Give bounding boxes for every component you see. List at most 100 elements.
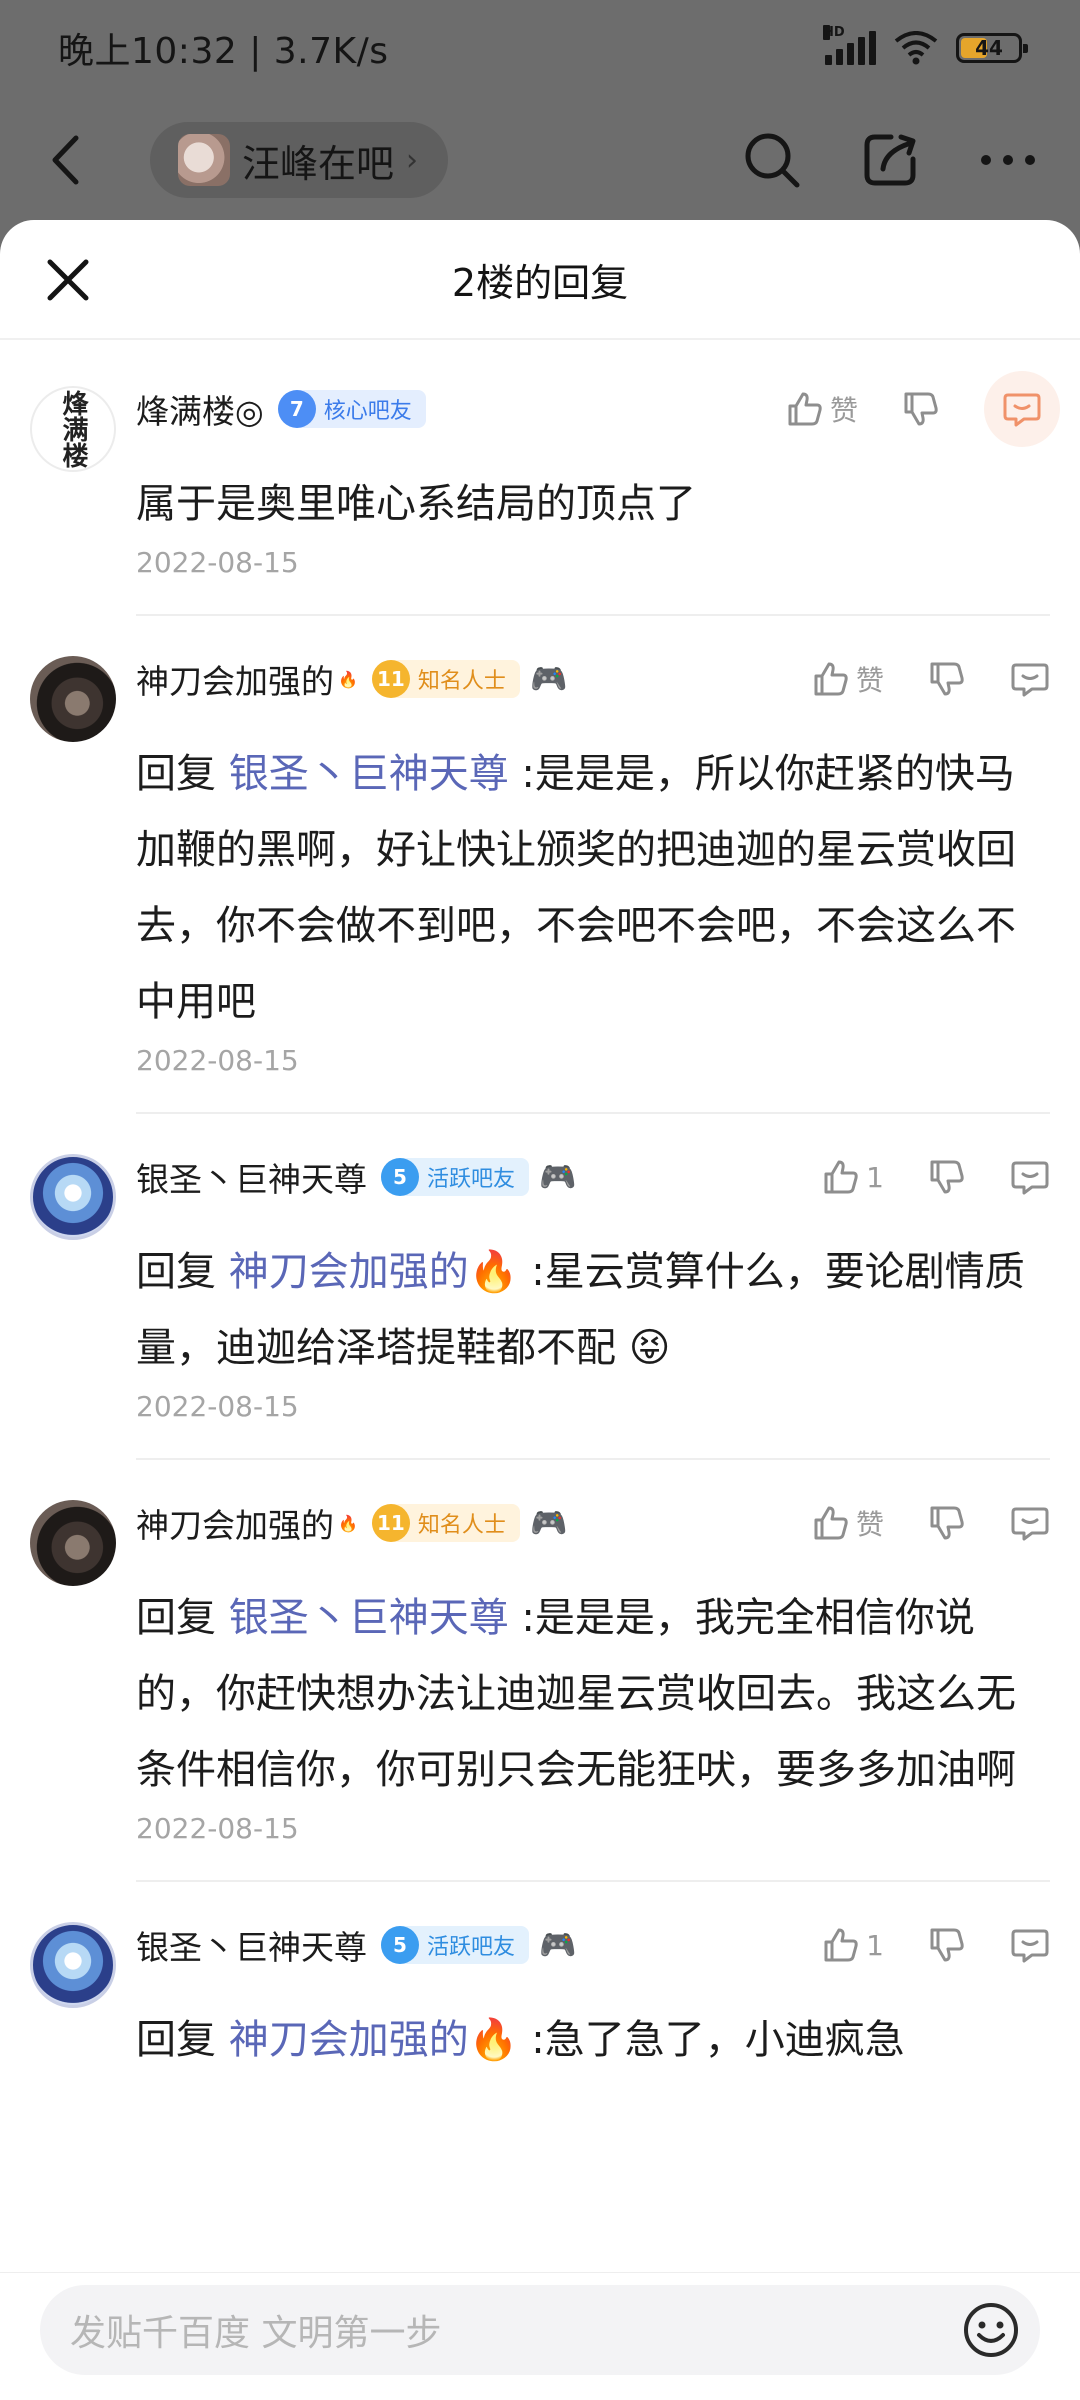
comment-input[interactable]: 发贴千百度 文明第一步 — [40, 2285, 1040, 2375]
like-button[interactable]: 1 — [822, 1158, 884, 1196]
thumb-down-icon — [904, 392, 938, 426]
level-badge: 11 知名人士 — [371, 660, 520, 698]
gamepad-icon: 🎮 — [539, 1159, 577, 1195]
chevron-right-icon: › — [406, 142, 419, 178]
mention-link[interactable]: 神刀会加强的🔥 — [229, 1249, 519, 1295]
username[interactable]: 神刀会加强的 — [136, 1499, 334, 1547]
more-icon — [981, 155, 1035, 165]
dislike-button[interactable] — [902, 390, 940, 428]
close-icon[interactable] — [40, 252, 96, 308]
level-title: 活跃吧友 — [427, 1935, 516, 1960]
gamepad-icon: 🎮 — [529, 1505, 568, 1541]
signal-icon: HD — [823, 25, 876, 65]
share-button[interactable] — [858, 128, 922, 192]
back-button[interactable] — [40, 130, 90, 190]
reply-sheet: 2楼的回复 烽满楼 烽满楼◎ 7 核心吧友 赞 属于是奥里唯心系结局的顶点了 2… — [0, 220, 1080, 2400]
reply-content: :急了急了，小迪疯急 — [518, 2017, 905, 2063]
smile-icon[interactable] — [962, 2301, 1020, 2359]
dislike-button[interactable] — [928, 1158, 966, 1196]
fire-icon: 🔥 — [338, 669, 358, 689]
dislike-button[interactable] — [928, 1504, 966, 1542]
forum-name: 汪峰在吧 — [242, 141, 395, 186]
like-count: 赞 — [855, 1508, 884, 1541]
like-count: 1 — [866, 1928, 884, 1962]
username[interactable]: 烽满楼◎ — [136, 385, 264, 433]
forum-avatar — [178, 134, 230, 186]
reply-button[interactable] — [1010, 659, 1050, 699]
reply-button[interactable] — [1010, 1157, 1050, 1197]
reply-button[interactable] — [1010, 1925, 1050, 1965]
reply-item: 银圣丶巨神天尊 5 活跃吧友 🎮 1 — [0, 1114, 1080, 1450]
like-button[interactable]: 赞 — [812, 1503, 884, 1543]
comment-icon — [1011, 663, 1049, 697]
dislike-button[interactable] — [928, 660, 966, 698]
reply-text: 回复 银圣丶巨神天尊 :是是是，我完全相信你说的，你赶快想办法让迪迦星云赏收回去… — [136, 1580, 1050, 1808]
thumb-up-icon — [824, 1928, 858, 1962]
more-button[interactable] — [976, 128, 1040, 192]
reply-prefix: 回复 — [136, 1595, 229, 1641]
avatar-calligraphy: 烽满楼 — [58, 390, 88, 468]
level-title: 活跃吧友 — [427, 1167, 516, 1192]
wifi-icon — [894, 31, 938, 65]
reply-button[interactable] — [1010, 1503, 1050, 1543]
thumb-down-icon — [930, 1928, 964, 1962]
gamepad-icon: 🎮 — [529, 661, 568, 697]
battery-icon: 44 — [956, 33, 1028, 63]
thumb-down-icon — [930, 662, 964, 696]
username[interactable]: 神刀会加强的 — [136, 655, 334, 703]
like-button[interactable]: 赞 — [812, 659, 884, 699]
back-icon — [52, 135, 79, 185]
reply-actions: 1 — [822, 1925, 1050, 1965]
composer-bar: 发贴千百度 文明第一步 — [0, 2272, 1080, 2400]
level-title: 知名人士 — [417, 1513, 506, 1538]
mention-link[interactable]: 银圣丶巨神天尊 — [229, 751, 509, 797]
reply-content: 属于是奥里唯心系结局的顶点了 — [136, 481, 696, 527]
level-badge: 5 活跃吧友 — [381, 1926, 530, 1964]
reply-header: 银圣丶巨神天尊 5 活跃吧友 🎮 1 — [136, 1114, 1050, 1234]
battery-level: 44 — [975, 36, 1003, 60]
search-button[interactable] — [740, 128, 804, 192]
level-number: 5 — [381, 1926, 419, 1964]
sheet-header: 2楼的回复 — [0, 220, 1080, 340]
status-bar: 晚上10:32 | 3.7K/s HD 44 — [0, 0, 1080, 96]
like-button[interactable]: 1 — [822, 1926, 884, 1964]
sheet-title: 2楼的回复 — [451, 260, 629, 305]
avatar[interactable] — [30, 1500, 116, 1586]
level-badge: 11 知名人士 — [371, 1504, 520, 1542]
avatar[interactable] — [30, 656, 116, 742]
thumb-up-icon — [814, 662, 848, 696]
reply-button[interactable] — [984, 371, 1060, 447]
like-count: 赞 — [829, 394, 858, 427]
comment-icon — [1011, 1929, 1049, 1963]
reply-item: 烽满楼 烽满楼◎ 7 核心吧友 赞 属于是奥里唯心系结局的顶点了 2022-08… — [0, 346, 1080, 606]
reply-text: 回复 神刀会加强的🔥 :星云赏算什么，要论剧情质量，迪迦给泽塔提鞋都不配 😝 — [136, 1234, 1050, 1386]
reply-text: 回复 神刀会加强的🔥 :急了急了，小迪疯急 — [136, 2002, 1050, 2078]
level-badge: 7 核心吧友 — [277, 390, 426, 428]
forum-chip[interactable]: 汪峰在吧 › — [150, 122, 449, 198]
mention-link[interactable]: 神刀会加强的🔥 — [229, 2017, 519, 2063]
reply-date: 2022-08-15 — [136, 546, 299, 579]
level-number: 11 — [371, 660, 410, 698]
reply-prefix: 回复 — [136, 2017, 229, 2063]
reply-actions: 赞 — [812, 1503, 1050, 1543]
avatar[interactable]: 烽满楼 — [30, 386, 116, 472]
network-label: HD — [823, 25, 845, 40]
reply-prefix: 回复 — [136, 1249, 229, 1295]
like-button[interactable]: 赞 — [786, 389, 858, 429]
reply-list: 烽满楼 烽满楼◎ 7 核心吧友 赞 属于是奥里唯心系结局的顶点了 2022-08… — [0, 346, 1080, 2078]
reply-text: 属于是奥里唯心系结局的顶点了 — [136, 466, 1050, 542]
reply-header: 神刀会加强的 🔥 11 知名人士 🎮 赞 — [136, 616, 1050, 736]
screen: 晚上10:32 | 3.7K/s HD 44 汪峰在吧 › 2楼的回复 烽满楼 … — [0, 0, 1080, 2400]
reply-date: 2022-08-15 — [136, 1044, 299, 1077]
avatar[interactable] — [30, 1922, 116, 2008]
avatar[interactable] — [30, 1154, 116, 1240]
username[interactable]: 银圣丶巨神天尊 — [136, 1153, 367, 1201]
reply-header: 银圣丶巨神天尊 5 活跃吧友 🎮 1 — [136, 1882, 1050, 2002]
thumb-down-icon — [930, 1160, 964, 1194]
reply-header: 烽满楼◎ 7 核心吧友 赞 — [136, 346, 1060, 466]
thumb-up-icon — [824, 1160, 858, 1194]
dislike-button[interactable] — [928, 1926, 966, 1964]
mention-link[interactable]: 银圣丶巨神天尊 — [229, 1595, 509, 1641]
username[interactable]: 银圣丶巨神天尊 — [136, 1921, 367, 1969]
reply-actions: 赞 — [812, 659, 1050, 699]
